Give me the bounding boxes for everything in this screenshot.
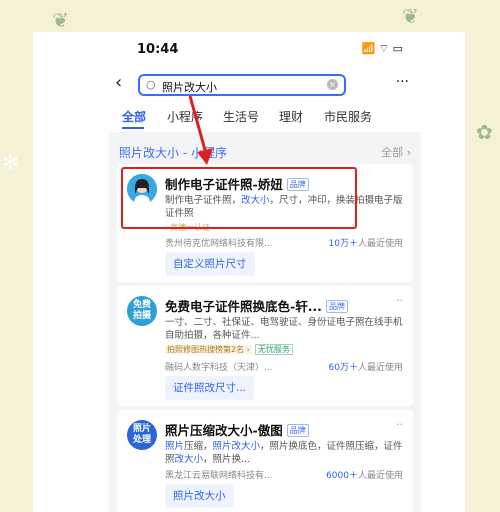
highlight-box [121,167,357,229]
clear-icon[interactable]: × [327,79,338,90]
resize-id-photo-button[interactable]: 证件照改尺寸... [165,376,255,400]
brand-badge: 品牌 [325,300,348,313]
user-count-label: 人最近使用 [357,363,403,373]
result-description: 照片压缩，照片改大小，照片换底色，证件照压缩，证件照改大小，照片换... [165,440,403,466]
tag-line: 拍照修图热搜榜第2名 › 无忧服务 [165,344,293,355]
result-description: 一寸、二寸、社保证、电驾驶证、身份证电子照在线手机自助拍摄，各种证件... [165,317,403,341]
company-name: 黑龙江云易联网络科技有... [165,471,273,481]
free-photo-app-icon: 免费拍摄 [127,296,157,326]
resize-photo-button[interactable]: 照片改大小 [165,484,234,508]
desc-highlight: 改大小 [174,454,204,465]
user-count: 6000＋人最近使用 [326,468,403,481]
desc-text: ，照片换... [203,454,251,465]
phone-screen: 10:44 📶 ⌔ ▭ ‹ ○ 照片改大小 × ··· 全部 小程序 生活号 理… [109,32,421,512]
result-title: 照片压缩改大小-傲图 品牌 [165,420,309,439]
user-count-label: 人最近使用 [357,239,403,249]
result-card[interactable]: 照片处理 照片压缩改大小-傲图 品牌 ·· 照片压缩，照片改大小，照片换底色，证件… [117,410,413,512]
company-name: 融码人数字科技（天津）... [165,363,273,373]
active-tab-indicator [122,127,144,129]
section-view-all[interactable]: 全部 › [381,144,411,160]
user-count: 60万＋人最近使用 [329,360,403,373]
card-more-icon[interactable]: ·· [396,294,403,307]
search-icon: ○ [146,78,156,91]
desc-highlight: 照片改大小 [212,441,261,452]
search-input[interactable]: ○ 照片改大小 × [138,74,346,96]
user-count-label: 人最近使用 [357,471,403,481]
result-title-text: 免费电子证件照换底色-轩... [165,299,322,314]
search-query: 照片改大小 [162,81,217,94]
leaf-decoration-icon: ❦ [52,8,69,32]
result-title-text: 照片压缩改大小-傲图 [165,423,283,438]
user-count: 10万＋人最近使用 [329,236,403,249]
phone-frame: 10:44 📶 ⌔ ▭ ‹ ○ 照片改大小 × ··· 全部 小程序 生活号 理… [33,32,465,512]
tab-bar: 全部 小程序 生活号 理财 市民服务 [109,100,421,132]
flower-decoration-icon: ✻ [2,150,19,174]
more-button[interactable]: ··· [396,74,409,90]
search-row: ‹ ○ 照片改大小 × ··· [109,68,421,100]
photo-process-app-icon: 照片处理 [127,420,157,450]
brand-badge: 品牌 [286,424,309,437]
status-time: 10:44 [137,42,179,57]
service-tag: 无忧服务 [254,344,293,355]
user-count-number: 60万＋ [328,363,358,373]
status-icons: 📶 ⌔ ▭ [361,42,403,55]
leaf-decoration-icon: ✿ [476,120,493,144]
tab-mini-program[interactable]: 小程序 [167,108,203,125]
result-card[interactable]: 免费拍摄 免费电子证件照换底色-轩... 品牌 ·· 一寸、二寸、社保证、电驾驶证… [117,286,413,406]
status-bar: 10:44 📶 ⌔ ▭ [109,32,421,68]
company-name: 贵州待克优网络科技有限... [165,239,273,249]
leaf-decoration-icon: ❦ [402,4,419,28]
ranking-tag[interactable]: 拍照修图热搜榜第2名 › [165,345,252,354]
card-more-icon[interactable]: ·· [396,418,403,431]
app-icon-text: 照片处理 [132,424,151,445]
result-title: 免费电子证件照换底色-轩... 品牌 [165,296,348,315]
custom-size-button[interactable]: 自定义照片尺寸 [165,252,255,276]
section-title: 照片改大小 - 小程序 [119,146,227,160]
user-count-number: 6000＋ [326,471,358,481]
back-button[interactable]: ‹ [115,72,122,93]
user-count-number: 10万＋ [328,239,358,249]
tab-citizen-services[interactable]: 市民服务 [324,108,372,125]
app-icon-text: 免费拍摄 [132,300,151,321]
desc-text: 压缩， [184,441,213,452]
desc-highlight: 照片 [165,441,185,452]
tab-all[interactable]: 全部 [122,108,146,125]
tab-life-account[interactable]: 生活号 [223,108,259,125]
tab-finance[interactable]: 理财 [279,108,303,125]
